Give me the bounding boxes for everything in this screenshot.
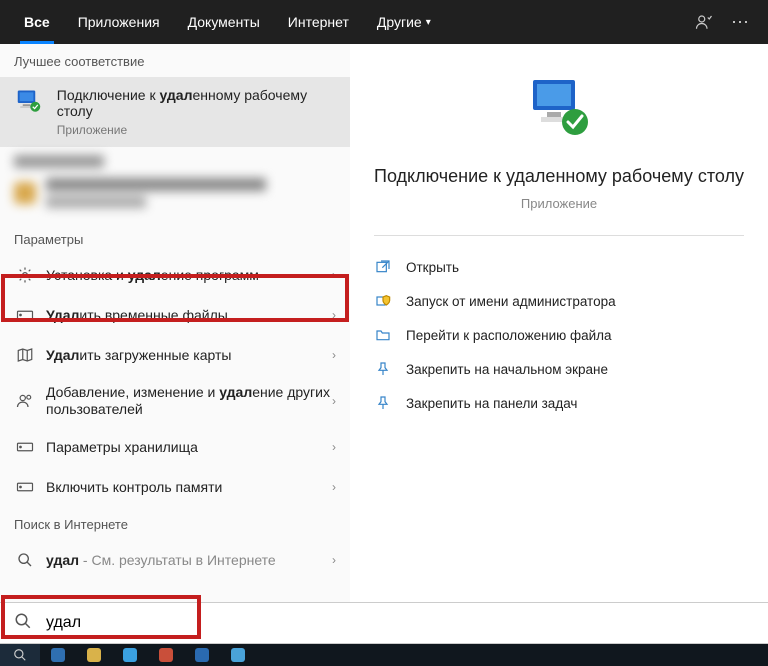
rdp-icon xyxy=(14,87,45,119)
tab-web[interactable]: Интернет xyxy=(274,0,363,44)
param-users[interactable]: Добавление, изменение и удаление других … xyxy=(0,375,350,427)
taskbar xyxy=(0,644,768,666)
tab-all[interactable]: Все xyxy=(10,0,64,44)
search-icon xyxy=(14,552,36,568)
storage-icon xyxy=(14,480,36,494)
taskbar-app[interactable] xyxy=(112,644,148,666)
best-match-subtitle: Приложение xyxy=(57,123,336,137)
taskbar-app[interactable] xyxy=(148,644,184,666)
pin-start-icon xyxy=(374,360,392,378)
users-icon xyxy=(14,392,36,410)
map-icon xyxy=(14,347,36,363)
taskbar-app[interactable] xyxy=(76,644,112,666)
best-match-header: Лучшее соответствие xyxy=(0,44,350,77)
feedback-icon[interactable] xyxy=(686,4,722,40)
tab-docs[interactable]: Документы xyxy=(174,0,274,44)
chevron-right-icon xyxy=(332,480,336,494)
divider xyxy=(374,235,744,236)
search-tabs: Все Приложения Документы Интернет Другие… xyxy=(0,0,768,44)
admin-shield-icon xyxy=(374,292,392,310)
action-run-admin[interactable]: Запуск от имени администратора xyxy=(374,284,744,318)
storage-icon xyxy=(14,308,36,322)
search-input[interactable] xyxy=(36,614,754,632)
action-open[interactable]: Открыть xyxy=(374,250,744,284)
web-search-header: Поиск в Интернете xyxy=(0,507,350,540)
taskbar-search-icon[interactable] xyxy=(0,644,40,666)
tab-apps[interactable]: Приложения xyxy=(64,0,174,44)
chevron-right-icon xyxy=(332,308,336,322)
taskbar-app[interactable] xyxy=(220,644,256,666)
chevron-right-icon xyxy=(332,440,336,454)
results-panel: Лучшее соответствие Подключение к удален… xyxy=(0,44,350,624)
preview-subtitle: Приложение xyxy=(374,196,744,211)
more-options-icon[interactable]: ⋯ xyxy=(722,4,758,40)
param-delete-maps[interactable]: Удалить загруженные карты xyxy=(0,335,350,375)
param-memory-control[interactable]: Включить контроль памяти xyxy=(0,467,350,507)
web-search-result[interactable]: удал - См. результаты в Интернете xyxy=(0,540,350,580)
folder-location-icon xyxy=(374,326,392,344)
taskbar-app[interactable] xyxy=(40,644,76,666)
param-delete-temp[interactable]: Удалить временные файлы xyxy=(0,295,350,335)
param-storage[interactable]: Параметры хранилища xyxy=(0,427,350,467)
preview-title: Подключение к удаленному рабочему столу xyxy=(374,164,744,188)
chevron-right-icon xyxy=(332,553,336,567)
action-pin-taskbar[interactable]: Закрепить на панели задач xyxy=(374,386,744,420)
preview-app-icon xyxy=(374,74,744,146)
pin-taskbar-icon xyxy=(374,394,392,412)
chevron-right-icon xyxy=(332,268,336,282)
storage-icon xyxy=(14,440,36,454)
search-bar xyxy=(0,602,768,644)
chevron-right-icon xyxy=(332,394,336,408)
best-match-result[interactable]: Подключение к удаленному рабочему столу … xyxy=(0,77,350,147)
preview-panel: Подключение к удаленному рабочему столу … xyxy=(350,44,768,624)
gear-icon xyxy=(14,266,36,284)
taskbar-app[interactable] xyxy=(184,644,220,666)
open-icon xyxy=(374,258,392,276)
search-icon xyxy=(14,612,36,635)
best-match-title: Подключение к удаленному рабочему столу xyxy=(57,87,336,119)
action-pin-start[interactable]: Закрепить на начальном экране xyxy=(374,352,744,386)
param-install-uninstall[interactable]: Установка и удаление программ xyxy=(0,255,350,295)
chevron-down-icon: ▾ xyxy=(426,17,431,28)
chevron-right-icon xyxy=(332,348,336,362)
tab-more[interactable]: Другие ▾ xyxy=(363,0,445,44)
action-file-location[interactable]: Перейти к расположению файла xyxy=(374,318,744,352)
blurred-result xyxy=(0,147,350,222)
params-header: Параметры xyxy=(0,222,350,255)
